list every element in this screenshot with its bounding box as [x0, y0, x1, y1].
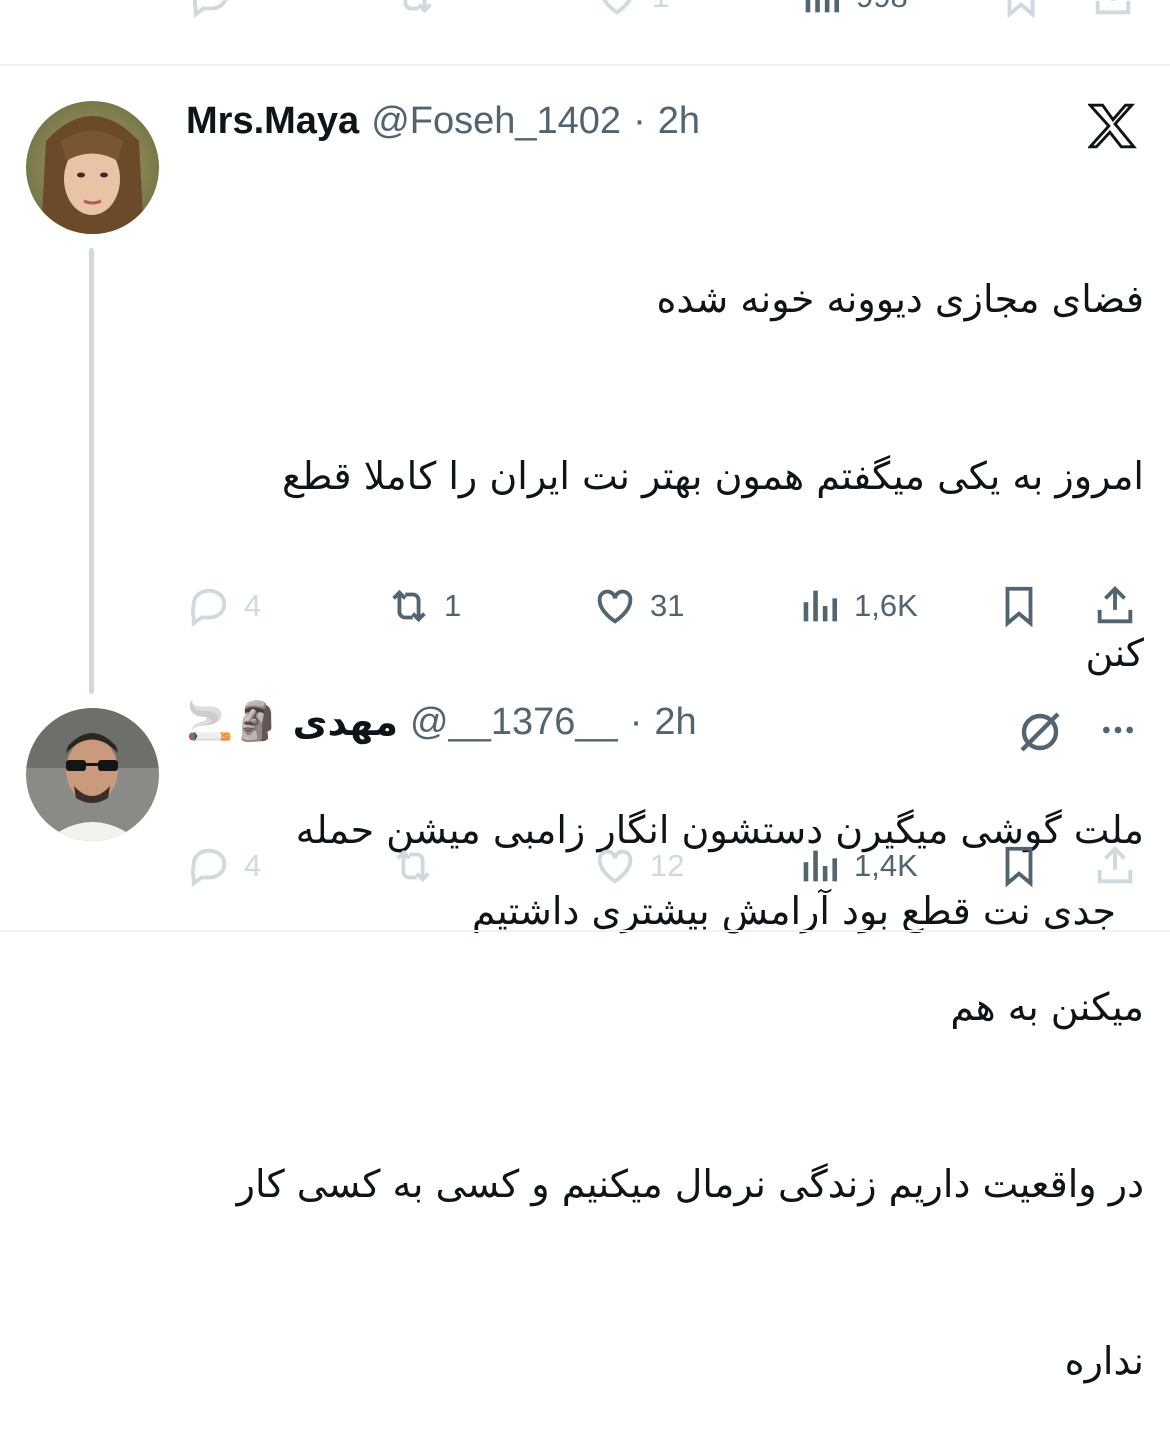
views-action[interactable]: 1,4K	[796, 843, 918, 889]
grok-icon[interactable]	[1016, 708, 1064, 761]
tweet-header: 🚬🗿 مهدی @__1376__ · 2h	[186, 700, 697, 744]
tweet-header: Mrs.Maya @Foseh_1402 · 2h	[186, 100, 700, 143]
divider	[0, 930, 1170, 932]
reply-count: 4	[244, 848, 262, 883]
retweet-icon[interactable]	[392, 0, 438, 25]
like-count: 1	[652, 0, 669, 15]
timestamp[interactable]: 2h	[658, 100, 700, 143]
share-icon[interactable]	[1090, 0, 1136, 25]
views-icon	[803, 850, 838, 882]
x-logo-icon	[1086, 103, 1138, 154]
timestamp[interactable]: 2h	[654, 701, 696, 744]
heart-icon	[597, 589, 633, 624]
separator: ·	[629, 700, 643, 743]
views-icon	[805, 0, 840, 13]
retweet-count: 1	[444, 588, 462, 623]
views-count: 1,4K	[854, 848, 918, 883]
tweet-text-line: امروز به یکی میگفتم همون بهتر نت ایران ر…	[281, 454, 1144, 498]
tweet-text-line: جدی نت قطع بود آرامش بیشتری داشتیم	[471, 889, 1116, 933]
reply-count: 4	[244, 588, 262, 623]
reply-action[interactable]: 4	[186, 583, 261, 629]
tweet-text-line: در واقعیت داریم زندگی نرمال میکنیم و کسی…	[236, 1162, 1144, 1206]
display-name[interactable]: مهدی	[293, 700, 398, 744]
bookmark-icon[interactable]	[996, 583, 1042, 634]
separator: ·	[633, 100, 646, 142]
like-action[interactable]: 12	[592, 843, 684, 889]
thread-line	[89, 248, 94, 694]
like-action[interactable]: 1	[594, 0, 669, 20]
handle[interactable]: @__1376__	[410, 701, 618, 744]
views-action[interactable]: 998	[798, 0, 908, 20]
share-icon[interactable]	[1092, 843, 1138, 894]
reply-icon[interactable]	[188, 0, 234, 25]
bookmark-icon[interactable]	[998, 0, 1044, 25]
tweet-text-line: فضای مجازی دیوونه خونه شده	[656, 277, 1144, 321]
like-count: 31	[650, 588, 685, 623]
retweet-icon[interactable]	[390, 843, 436, 894]
reply-icon	[190, 848, 227, 888]
views-count: 998	[856, 0, 908, 15]
avatar[interactable]	[26, 708, 159, 841]
views-icon	[803, 590, 838, 622]
name-emojis: 🚬🗿	[186, 701, 281, 743]
like-action[interactable]: 31	[592, 583, 684, 629]
handle[interactable]: @Foseh_1402	[371, 100, 621, 143]
views-action[interactable]: 1,6K	[796, 583, 918, 629]
retweet-icon	[392, 589, 426, 623]
heart-icon	[597, 849, 633, 884]
avatar[interactable]	[26, 101, 159, 234]
like-count: 12	[650, 848, 685, 883]
bookmark-icon[interactable]	[996, 843, 1042, 894]
previous-tweet-actions: 1 998	[0, 0, 1170, 64]
display-name[interactable]: Mrs.Maya	[186, 100, 359, 143]
reply-action[interactable]: 4	[186, 843, 261, 889]
tweet-text-line: نداره	[1064, 1339, 1144, 1383]
retweet-action[interactable]: 1	[386, 583, 461, 629]
share-icon[interactable]	[1092, 583, 1138, 634]
divider	[0, 64, 1170, 66]
views-count: 1,6K	[854, 588, 918, 623]
more-options-icon[interactable]	[1096, 710, 1140, 755]
heart-icon	[602, 0, 632, 15]
reply-icon	[190, 588, 227, 628]
